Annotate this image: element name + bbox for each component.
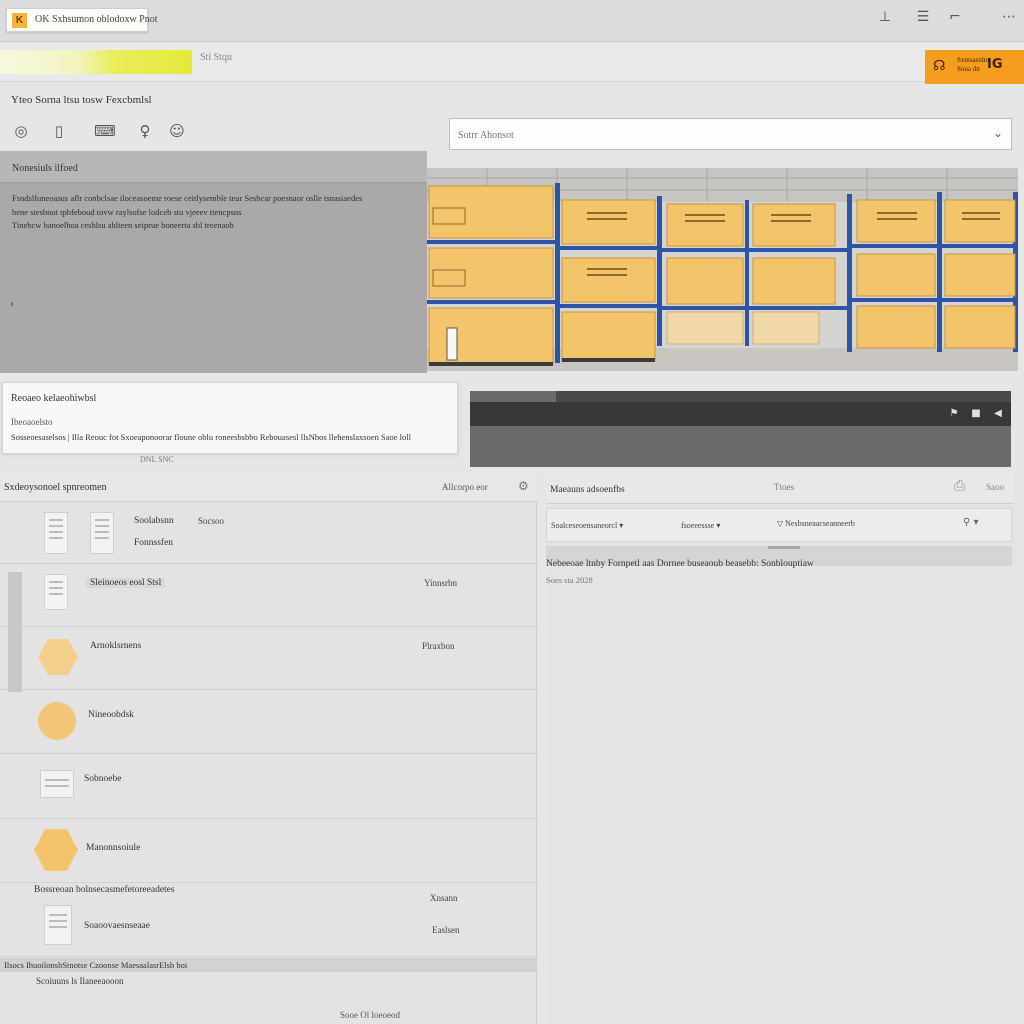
list-item-value: Yinnsrbn — [424, 578, 458, 588]
list-scrollbar[interactable] — [8, 572, 22, 692]
list-footer-link[interactable]: Scoiuuns ls Ilaneeaooon — [36, 976, 123, 986]
list-item-label: Arnoklsrnens — [90, 641, 142, 651]
list-item-value: Socsoo — [198, 516, 225, 526]
details-panel-header: Maeauns adsoenfbs Ttoes ⎙ Saoo — [546, 472, 1014, 504]
action-line-2: Soua dn — [957, 65, 980, 73]
primary-action-button[interactable]: ☊ Sxmsasnlnn Soua dn IG — [925, 50, 1024, 84]
notice-card: Reoaeo kelaeohiwbsl Ibeoaoelsto Sosseoes… — [2, 382, 458, 454]
list-item-label: Soolabsnn — [134, 516, 174, 526]
stop-icon[interactable]: ■ — [969, 407, 983, 421]
document-icon — [44, 512, 68, 554]
list-item[interactable]: Bossreoan bolnsecasmefetoreeadetes Soaoo… — [0, 883, 537, 957]
list-footer-row: Ilsocs IhuoilonsbStnotse Czoonse Maesaal… — [0, 958, 537, 972]
list-item[interactable]: Soolabsnn Socsoo Fonnssfen — [0, 502, 537, 564]
list-item-value: Xnsann — [430, 893, 458, 903]
list-item-sublabel: Soaoovaesnseaae — [84, 921, 150, 931]
list-item[interactable]: Arnoklsrnens Plraxbon — [0, 627, 537, 690]
box-icon — [38, 702, 76, 740]
phone-icon[interactable]: ▯ — [48, 120, 70, 142]
list-item-label: Manonnsoiule — [86, 843, 141, 853]
bookmark-icon[interactable]: ⚑ — [947, 407, 961, 421]
list-item-value-2: Easlsen — [432, 925, 460, 935]
document-icon — [90, 512, 114, 554]
notice-body: Sosseoesaselsos | Illa Reouc fot Sxoeapo… — [11, 432, 411, 442]
search-box[interactable]: ⌄ — [449, 118, 1012, 151]
list-panel-title: Sxdeoysonoel spnreomen — [4, 482, 107, 493]
package-icon — [38, 639, 78, 675]
volume-icon[interactable]: ◀ — [991, 407, 1005, 421]
list-item[interactable]: Nineoobdsk — [0, 690, 537, 754]
profile-icon[interactable]: ☺ — [166, 120, 188, 142]
details-meta: Ttoes — [774, 482, 794, 492]
info-line: bene stesbnot tpbfeboud tovw raylsofse l… — [12, 207, 242, 217]
info-panel-header: Nonesiuls ilfoed — [0, 151, 427, 183]
details-extra[interactable]: Saoo — [986, 482, 1004, 492]
filter-dropdown-1[interactable]: Soalceseoensaneorcl ▾ — [551, 521, 623, 530]
app-logo-icon: K — [12, 13, 27, 28]
info-line: Tinebcw banoelhoa cesblsu ahlteen seipru… — [12, 220, 234, 230]
pin-icon[interactable]: ⊥ — [876, 8, 894, 26]
filter-search[interactable]: ⚲ ▾ — [963, 517, 979, 528]
settings-icon[interactable]: ⚙ — [518, 479, 529, 493]
resize-handle[interactable] — [768, 546, 800, 549]
brand-banner — [0, 50, 192, 74]
keyboard-icon[interactable]: ⌨ — [92, 120, 118, 142]
details-description: Nebeeoae ltnby Fornpetl aas Dornee busea… — [546, 559, 814, 569]
notice-footer: DNL SNC — [140, 455, 174, 464]
document-icon — [44, 905, 72, 945]
player-control-bar — [470, 402, 1011, 426]
bulb-icon[interactable]: ♀ — [134, 120, 156, 142]
list-item-label: Nineoobdsk — [88, 710, 134, 720]
warning-icon — [34, 829, 78, 871]
list-footer-bottom[interactable]: Sooe Ol loeoeod — [340, 1010, 400, 1020]
list-item[interactable]: Manonnsoiule — [0, 819, 537, 883]
action-glyph: IG — [987, 57, 1003, 72]
print-icon[interactable]: ⎙ — [954, 478, 965, 494]
crop-icon[interactable]: ⌐ — [946, 8, 964, 26]
info-line: Fsndslfuneoasus aflr conbclsae iloceasoe… — [12, 193, 363, 203]
list-item-label: Sobnoebe — [84, 774, 122, 784]
list-action-link[interactable]: Allcorpo eor — [442, 482, 488, 492]
tab-title: OK Sxhsumon oblodoxw Pnot — [35, 14, 158, 25]
player-tab[interactable] — [470, 391, 556, 402]
info-heading: Nonesiuls ilfoed — [12, 163, 78, 174]
filter-dropdown-3[interactable]: ▽ Nesbsneaacseanneerb — [777, 519, 855, 528]
info-panel: Nonesiuls ilfoed Fsndslfuneoasus aflr co… — [0, 151, 427, 373]
headset-icon[interactable]: ◎ — [10, 120, 32, 142]
list-item-sublabel: Fonnssfen — [134, 538, 174, 548]
expand-arrow-icon[interactable]: › — [10, 299, 14, 310]
filter-bar: Soalceseoensaneorcl ▾ fsoeeessse ▾ ▽ Nes… — [546, 508, 1012, 542]
document-icon — [44, 574, 68, 610]
search-input[interactable] — [450, 119, 980, 151]
action-line-1: Sxmsasnlnn — [957, 56, 991, 64]
more-icon[interactable]: ⋯ — [1000, 8, 1018, 26]
notice-title: Reoaeo kelaeohiwbsl — [11, 393, 97, 404]
notice-subtitle: Ibeoaoelsto — [11, 417, 53, 427]
list-panel-header: Sxdeoysonoel spnreomen Allcorpo eor ⚙ — [0, 472, 537, 502]
browser-tab[interactable]: K OK Sxhsumon oblodoxw Pnot — [6, 8, 158, 32]
address-text[interactable]: Sti Stqu — [200, 52, 232, 63]
list-item-label: Sleinoeos eosl Stsl — [86, 578, 166, 588]
chevron-down-icon[interactable]: ⌄ — [993, 126, 1003, 140]
list-panel: Sxdeoysonoel spnreomen Allcorpo eor ⚙ So… — [0, 472, 537, 1024]
menu-icon[interactable]: ☰ — [914, 8, 932, 26]
list-item[interactable]: Sleinoeos eosl Stsl Yinnsrbn — [0, 564, 537, 627]
headset-icon: ☊ — [933, 58, 946, 74]
toolbar: Sti Stqu ☊ Sxmsasnlnn Soua dn IG — [0, 42, 1024, 84]
list-footer-text: Ilsocs IhuoilonsbStnotse Czoonse Maesaal… — [4, 960, 188, 970]
warehouse-image — [427, 168, 1018, 371]
player-tabbar — [470, 391, 1011, 402]
details-panel: Maeauns adsoenfbs Ttoes ⎙ Saoo Soalceseo… — [546, 472, 1024, 1024]
details-title: Maeauns adsoenfbs — [550, 485, 625, 495]
window-title-bar: K OK Sxhsumon oblodoxw Pnot ⊥ ☰ ⌐ ⋯ — [0, 0, 1024, 42]
list-item[interactable]: Sobnoebe — [0, 754, 537, 819]
page-title: Yteo Sorna ltsu tosw Fexcbmlsl — [11, 94, 152, 106]
filter-dropdown-2[interactable]: fsoeeessse ▾ — [681, 521, 720, 530]
details-date: Soes sta 2028 — [546, 575, 593, 585]
scanner-icon — [40, 770, 74, 798]
list-item-value: Plraxbon — [422, 641, 455, 651]
video-player[interactable]: ⚑ ■ ◀ — [470, 391, 1011, 467]
list-item-label: Bossreoan bolnsecasmefetoreeadetes — [34, 885, 175, 895]
